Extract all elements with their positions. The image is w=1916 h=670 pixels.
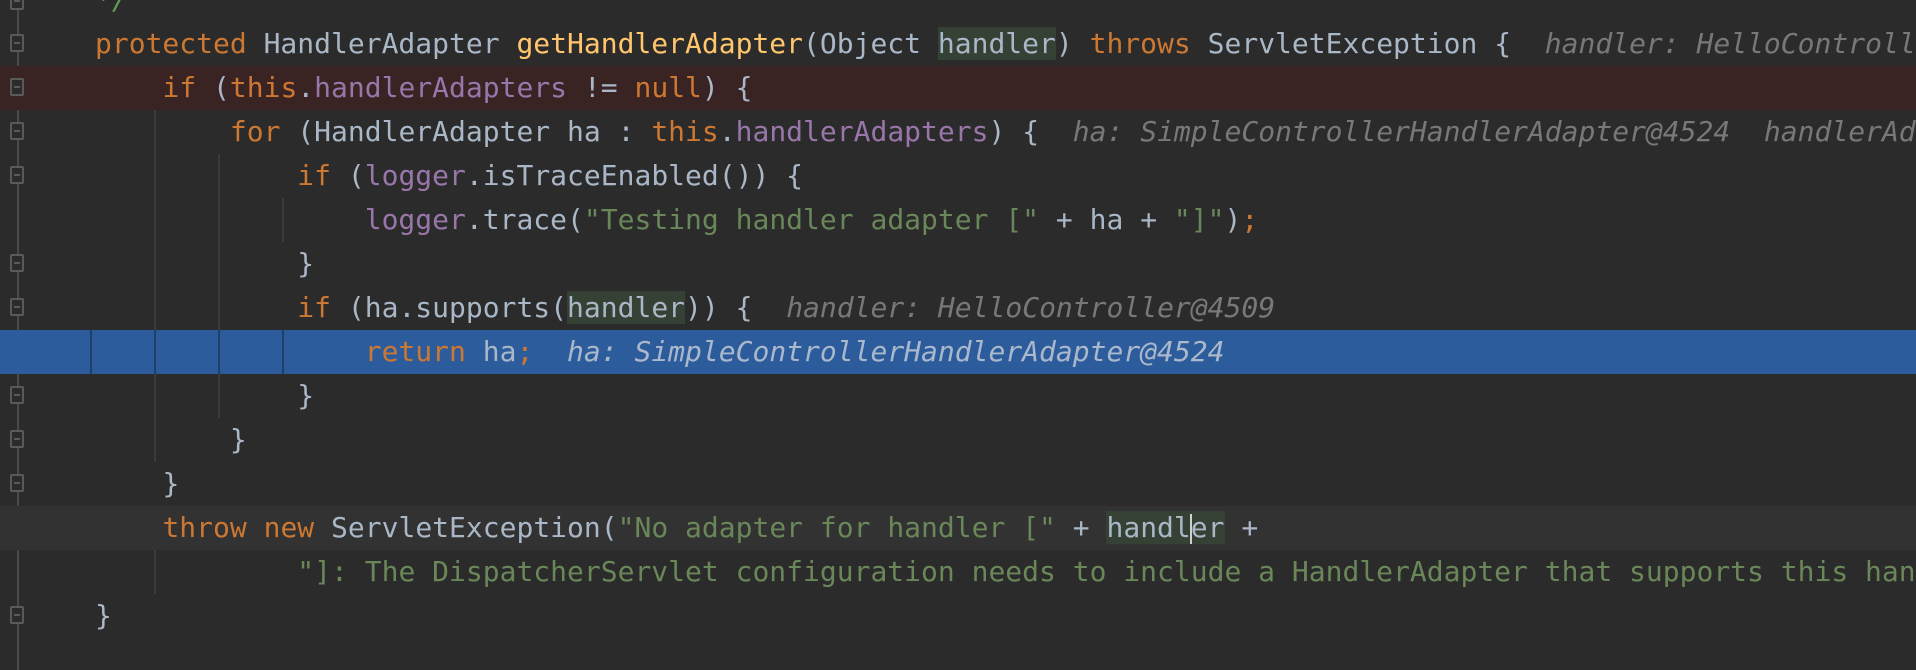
code-line[interactable]: "]: The DispatcherServlet configuration … bbox=[0, 550, 1916, 594]
code-line-breakpoint[interactable]: if (this.handlerAdapters != null) { bbox=[0, 66, 1916, 110]
code-text: for (HandlerAdapter ha : this.handlerAda… bbox=[95, 110, 1916, 154]
fold-icon[interactable] bbox=[10, 254, 24, 272]
inline-debug-hint: handler: HelloController@4509 bbox=[786, 291, 1276, 324]
fold-icon[interactable] bbox=[10, 474, 24, 492]
inline-debug-hint: handler: HelloController@4509 bbox=[1544, 27, 1916, 60]
code-line[interactable]: } bbox=[0, 418, 1916, 462]
code-text: } bbox=[297, 379, 315, 412]
fold-icon[interactable] bbox=[10, 386, 24, 404]
code-line[interactable]: } bbox=[0, 594, 1916, 638]
fold-icon[interactable] bbox=[10, 122, 24, 140]
fold-icon[interactable] bbox=[10, 298, 24, 316]
code-text: if (this.handlerAdapters != null) { bbox=[162, 71, 753, 104]
code-line[interactable]: if (ha.supports(handler)) { handler: Hel… bbox=[0, 286, 1916, 330]
inline-debug-hint: ha: SimpleControllerHandlerAdapter@4524 bbox=[567, 335, 1225, 368]
code-text: */ bbox=[95, 0, 129, 22]
code-text: } bbox=[297, 247, 315, 280]
code-text: logger.trace("Testing handler adapter ["… bbox=[364, 203, 1259, 236]
code-editor[interactable]: */ protected HandlerAdapter getHandlerAd… bbox=[0, 0, 1916, 670]
code-line-caret[interactable]: throw new ServletException("No adapter f… bbox=[0, 506, 1916, 550]
fold-icon[interactable] bbox=[10, 78, 24, 96]
indent-guide bbox=[90, 330, 92, 374]
code-text: } bbox=[95, 599, 112, 632]
code-line[interactable]: } bbox=[0, 242, 1916, 286]
code-line-current-execution[interactable]: return ha; ha: SimpleControllerHandlerAd… bbox=[0, 330, 1916, 374]
code-line[interactable]: if (logger.isTraceEnabled()) { bbox=[0, 154, 1916, 198]
fold-icon[interactable] bbox=[10, 606, 24, 624]
fold-icon[interactable] bbox=[10, 34, 24, 52]
code-line[interactable]: } bbox=[0, 374, 1916, 418]
inline-debug-hint: ha: SimpleControllerHandlerAdapter@4524 … bbox=[1072, 115, 1916, 148]
code-text: protected HandlerAdapter getHandlerAdapt… bbox=[95, 22, 1916, 66]
code-line[interactable]: protected HandlerAdapter getHandlerAdapt… bbox=[0, 22, 1916, 66]
code-text: throw new ServletException("No adapter f… bbox=[162, 511, 1259, 544]
code-text: } bbox=[162, 467, 180, 500]
fold-icon[interactable] bbox=[10, 166, 24, 184]
code-line[interactable]: } bbox=[0, 462, 1916, 506]
fold-icon[interactable] bbox=[10, 430, 24, 448]
code-text: if (ha.supports(handler)) { handler: Hel… bbox=[297, 291, 1276, 324]
code-line[interactable]: for (HandlerAdapter ha : this.handlerAda… bbox=[0, 110, 1916, 154]
code-line[interactable]: */ bbox=[0, 0, 1916, 22]
code-line[interactable]: logger.trace("Testing handler adapter ["… bbox=[0, 198, 1916, 242]
code-text: return ha; ha: SimpleControllerHandlerAd… bbox=[364, 335, 1225, 368]
code-text: if (logger.isTraceEnabled()) { bbox=[297, 159, 804, 192]
code-text: } bbox=[229, 423, 247, 456]
fold-icon[interactable] bbox=[10, 0, 24, 10]
code-text: "]: The DispatcherServlet configuration … bbox=[297, 555, 1916, 588]
